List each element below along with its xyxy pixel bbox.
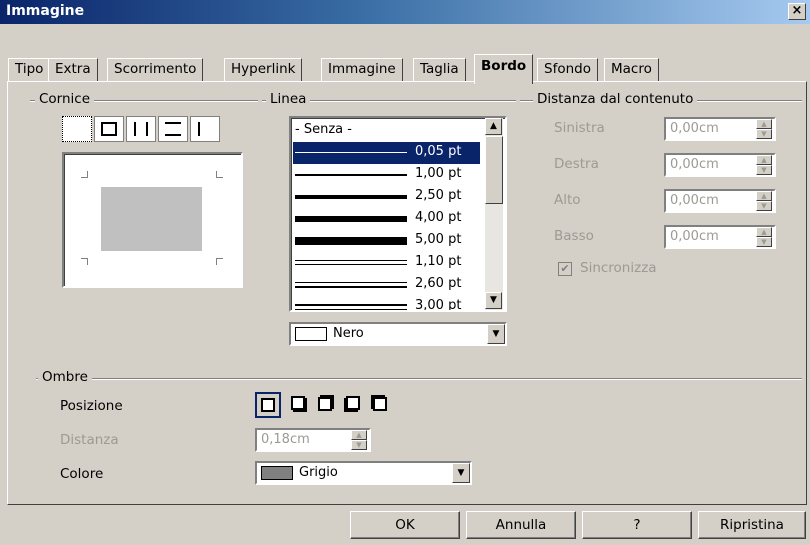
corner-mark [216, 258, 223, 265]
line-sample [295, 216, 407, 222]
ombre-divider [36, 378, 802, 380]
reset-button[interactable]: Ripristina [698, 511, 806, 539]
preset-box-button[interactable] [94, 116, 124, 142]
shadow-color-swatch [261, 466, 293, 480]
corner-mark [216, 171, 223, 178]
ombre-label: Ombre [38, 369, 92, 385]
scroll-down-icon[interactable]: ▼ [485, 292, 502, 309]
line-sample [295, 152, 407, 153]
title-bar: Immagine × [0, 0, 810, 24]
tab-hyperlink[interactable]: Hyperlink [224, 58, 303, 82]
alto-label: Alto [554, 192, 581, 208]
list-item-selected[interactable]: 0,05 pt [293, 142, 480, 164]
shadow-none-button[interactable] [255, 392, 281, 418]
shadow-distance-spinner[interactable]: ▲ ▼ [351, 430, 367, 450]
shadow-color-select[interactable]: Grigio ▼ [255, 461, 472, 485]
line-sample [295, 286, 407, 288]
line-sample [295, 282, 407, 283]
line-sample [295, 174, 407, 176]
scroll-thumb[interactable] [485, 136, 503, 204]
corner-mark [81, 258, 88, 265]
list-item[interactable]: 1,00 pt [293, 164, 480, 186]
line-sample [295, 264, 407, 265]
sinistra-label: Sinistra [554, 120, 605, 136]
corner-mark [81, 171, 88, 178]
tab-taglia[interactable]: Taglia [413, 58, 466, 82]
shadow-top-left-button[interactable] [368, 392, 394, 418]
line-color-swatch [295, 327, 327, 341]
tab-immagine[interactable]: Immagine [321, 58, 403, 82]
tab-sfondo[interactable]: Sfondo [537, 58, 598, 82]
distanza-label: Distanza dal contenuto [533, 91, 698, 107]
ok-button[interactable]: OK [350, 511, 460, 539]
list-item[interactable]: 3,00 pt [293, 296, 480, 310]
close-icon[interactable]: × [788, 3, 806, 20]
list-item[interactable]: 1,10 pt [293, 252, 480, 274]
shadow-top-right-button[interactable] [314, 392, 340, 418]
preview-content-box [101, 187, 202, 251]
preset-top-bottom-button[interactable] [158, 116, 188, 142]
preset-left-button[interactable] [190, 116, 220, 142]
line-color-select[interactable]: Nero ▼ [289, 322, 507, 346]
cancel-button[interactable]: Annulla [466, 511, 576, 539]
border-preview[interactable] [62, 152, 243, 288]
line-sample [295, 260, 407, 261]
tab-tipo[interactable]: Tipo [8, 58, 51, 82]
preset-none-button[interactable] [62, 116, 92, 142]
tab-panel: Cornice Linea - Senza - 0,05 pt 1,00 pt [7, 81, 807, 505]
tab-scorrimento[interactable]: Scorrimento [107, 58, 204, 82]
window-title: Immagine [6, 3, 85, 19]
list-scrollbar[interactable]: ▲ ▼ [485, 118, 503, 310]
tab-bordo[interactable]: Bordo [474, 54, 534, 84]
list-item[interactable]: 2,50 pt [293, 186, 480, 208]
sinistra-spinner[interactable]: ▲ ▼ [756, 119, 772, 139]
chevron-down-icon[interactable]: ▼ [452, 463, 470, 483]
line-style-list[interactable]: - Senza - 0,05 pt 1,00 pt 2,50 pt 4,00 p… [289, 116, 507, 312]
scroll-up-icon[interactable]: ▲ [485, 118, 502, 135]
chevron-down-icon[interactable]: ▼ [487, 324, 505, 344]
basso-label: Basso [554, 228, 594, 244]
preset-left-right-button[interactable] [126, 116, 156, 142]
tab-macro[interactable]: Macro [604, 58, 659, 82]
shadow-bottom-left-button[interactable] [341, 392, 367, 418]
destra-label: Destra [554, 156, 599, 172]
basso-spinner[interactable]: ▲ ▼ [756, 227, 772, 247]
sync-checkbox[interactable]: ✔ [558, 262, 572, 276]
linea-label: Linea [266, 91, 311, 107]
list-item[interactable]: 2,60 pt [293, 274, 480, 296]
distanza-ombra-label: Distanza [60, 432, 119, 448]
line-sample [295, 309, 407, 310]
posizione-label: Posizione [60, 398, 123, 414]
list-item[interactable]: - Senza - [293, 120, 480, 142]
destra-spinner[interactable]: ▲ ▼ [756, 155, 772, 175]
cornice-label: Cornice [35, 91, 95, 107]
tab-extra[interactable]: Extra [48, 58, 98, 82]
sync-label: Sincronizza [580, 260, 657, 276]
line-sample [295, 304, 407, 306]
list-item[interactable]: 5,00 pt [293, 230, 480, 252]
colore-label: Colore [60, 466, 104, 482]
list-item[interactable]: 4,00 pt [293, 208, 480, 230]
line-sample [295, 237, 407, 245]
line-sample [295, 195, 407, 199]
alto-spinner[interactable]: ▲ ▼ [756, 191, 772, 211]
shadow-bottom-right-button[interactable] [287, 392, 313, 418]
help-button[interactable]: ? [582, 511, 692, 539]
